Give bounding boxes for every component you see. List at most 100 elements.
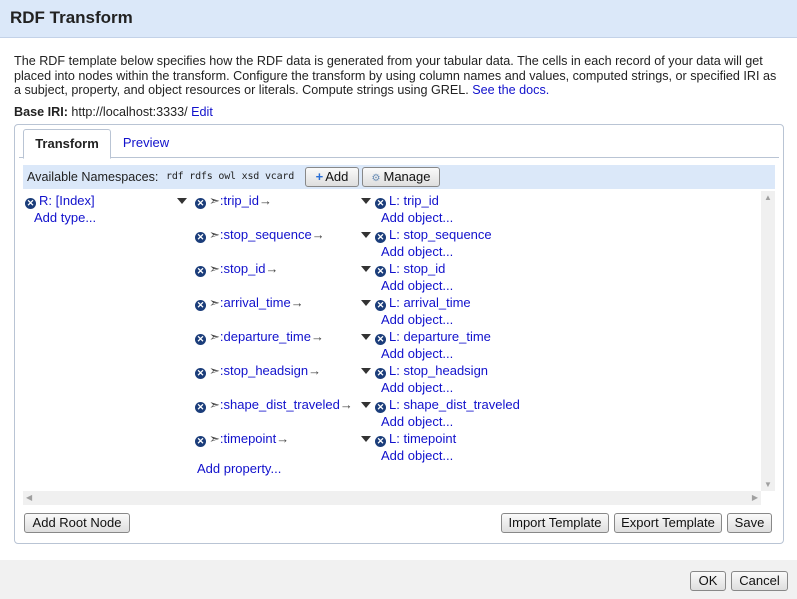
base-iri-edit-link[interactable]: Edit: [191, 105, 213, 119]
add-type-link[interactable]: Add type...: [34, 210, 96, 225]
collapse-triangle-icon[interactable]: [361, 300, 371, 306]
delete-object-icon[interactable]: ✕: [375, 266, 386, 277]
scroll-right-icon[interactable]: ▶: [752, 493, 758, 502]
delete-node-icon[interactable]: ✕: [25, 198, 36, 209]
add-object-link[interactable]: Add object...: [381, 244, 453, 259]
tab-transform[interactable]: Transform: [23, 129, 111, 159]
add-root-node-button[interactable]: Add Root Node: [24, 513, 130, 533]
delete-property-icon[interactable]: ✕: [195, 266, 206, 277]
object-node: ✕ L: shape_dist_traveled: [361, 397, 520, 413]
collapse-triangle-icon[interactable]: [361, 334, 371, 340]
property-label[interactable]: :stop_id: [220, 261, 266, 276]
property-label[interactable]: :departure_time: [220, 329, 311, 344]
object-label[interactable]: L: departure_time: [389, 329, 491, 344]
collapse-triangle-icon[interactable]: [361, 402, 371, 408]
delete-property-icon[interactable]: ✕: [195, 402, 206, 413]
delete-property-icon[interactable]: ✕: [195, 334, 206, 345]
save-button[interactable]: Save: [727, 513, 772, 533]
add-object-link[interactable]: Add object...: [381, 210, 453, 225]
object-label[interactable]: L: stop_id: [389, 261, 445, 276]
docs-link[interactable]: See the docs.: [472, 83, 549, 97]
vertical-scrollbar[interactable]: ▲ ▼: [761, 191, 775, 491]
plus-icon: +: [315, 169, 324, 184]
add-object-link[interactable]: Add object...: [381, 312, 453, 327]
add-property-link[interactable]: Add property...: [197, 461, 281, 476]
object-label[interactable]: L: arrival_time: [389, 295, 471, 310]
delete-object-icon[interactable]: ✕: [375, 436, 386, 447]
object-label[interactable]: L: stop_sequence: [389, 227, 492, 242]
drag-handle-icon[interactable]: ➣: [209, 227, 220, 242]
base-iri-value: http://localhost:3333/: [71, 105, 188, 119]
tab-preview[interactable]: Preview: [113, 129, 179, 157]
drag-handle-icon[interactable]: ➣: [209, 363, 220, 378]
scroll-up-icon[interactable]: ▲: [764, 193, 772, 202]
delete-property-icon[interactable]: ✕: [195, 368, 206, 379]
add-object-link[interactable]: Add object...: [381, 414, 453, 429]
property-label[interactable]: :timepoint: [220, 431, 276, 446]
delete-object-icon[interactable]: ✕: [375, 232, 386, 243]
ok-button[interactable]: OK: [690, 571, 726, 591]
dialog-footer: OK Cancel: [0, 560, 797, 599]
collapse-triangle-icon[interactable]: [361, 436, 371, 442]
import-template-button[interactable]: Import Template: [501, 513, 609, 533]
cancel-button[interactable]: Cancel: [731, 571, 788, 591]
add-object-link[interactable]: Add object...: [381, 346, 453, 361]
delete-property-icon[interactable]: ✕: [195, 436, 206, 447]
dialog-title-bar: RDF Transform: [0, 0, 797, 38]
drag-handle-icon[interactable]: ➣: [209, 261, 220, 276]
arrow-right-icon: →: [339, 397, 353, 412]
horizontal-scrollbar[interactable]: ◀ ▶: [23, 491, 761, 505]
delete-object-icon[interactable]: ✕: [375, 198, 386, 209]
root-node: ✕ R: [Index]: [25, 193, 95, 209]
delete-object-icon[interactable]: ✕: [375, 334, 386, 345]
property-node: ✕ ➣:stop_headsign→: [195, 363, 321, 379]
arrow-right-icon: →: [310, 329, 324, 344]
property-node: ✕ ➣:timepoint→: [195, 431, 289, 447]
manage-namespaces-label: Manage: [383, 169, 431, 184]
add-namespace-button[interactable]: + Add: [305, 167, 359, 187]
dialog-title: RDF Transform: [10, 8, 133, 27]
drag-handle-icon[interactable]: ➣: [209, 329, 220, 344]
delete-object-icon[interactable]: ✕: [375, 402, 386, 413]
root-node-label[interactable]: R: [Index]: [39, 193, 95, 208]
add-object-link[interactable]: Add object...: [381, 448, 453, 463]
object-node: ✕ L: arrival_time: [361, 295, 471, 311]
add-namespace-label: Add: [325, 169, 349, 184]
drag-handle-icon[interactable]: ➣: [209, 397, 220, 412]
delete-property-icon[interactable]: ✕: [195, 300, 206, 311]
object-label[interactable]: L: shape_dist_traveled: [389, 397, 520, 412]
object-node: ✕ L: departure_time: [361, 329, 491, 345]
property-label[interactable]: :arrival_time: [220, 295, 291, 310]
property-node: ✕ ➣:shape_dist_traveled→: [195, 397, 353, 413]
property-label[interactable]: :trip_id: [220, 193, 259, 208]
scroll-left-icon[interactable]: ◀: [26, 493, 32, 502]
delete-object-icon[interactable]: ✕: [375, 300, 386, 311]
manage-namespaces-button[interactable]: ⚙ Manage: [362, 167, 440, 187]
object-label[interactable]: L: timepoint: [389, 431, 456, 446]
collapse-triangle-icon[interactable]: [361, 266, 371, 272]
arrow-right-icon: →: [311, 227, 325, 242]
add-object-link[interactable]: Add object...: [381, 380, 453, 395]
delete-property-icon[interactable]: ✕: [195, 198, 206, 209]
export-template-button[interactable]: Export Template: [614, 513, 722, 533]
collapse-triangle-icon[interactable]: [361, 232, 371, 238]
drag-handle-icon[interactable]: ➣: [209, 193, 220, 208]
object-node: ✕ L: stop_id: [361, 261, 445, 277]
collapse-triangle-icon[interactable]: [361, 198, 371, 204]
drag-handle-icon[interactable]: ➣: [209, 295, 220, 310]
scroll-down-icon[interactable]: ▼: [764, 480, 772, 489]
collapse-triangle-icon[interactable]: [361, 368, 371, 374]
arrow-right-icon: →: [290, 295, 304, 310]
delete-object-icon[interactable]: ✕: [375, 368, 386, 379]
delete-property-icon[interactable]: ✕: [195, 232, 206, 243]
property-label[interactable]: :stop_headsign: [220, 363, 308, 378]
add-object-link[interactable]: Add object...: [381, 278, 453, 293]
object-label[interactable]: L: stop_headsign: [389, 363, 488, 378]
property-label[interactable]: :stop_sequence: [220, 227, 312, 242]
property-label[interactable]: :shape_dist_traveled: [220, 397, 340, 412]
drag-handle-icon[interactable]: ➣: [209, 431, 220, 446]
object-label[interactable]: L: trip_id: [389, 193, 439, 208]
collapse-triangle-icon[interactable]: [177, 198, 187, 204]
object-node: ✕ L: timepoint: [361, 431, 456, 447]
property-node: ✕ ➣:arrival_time→: [195, 295, 304, 311]
